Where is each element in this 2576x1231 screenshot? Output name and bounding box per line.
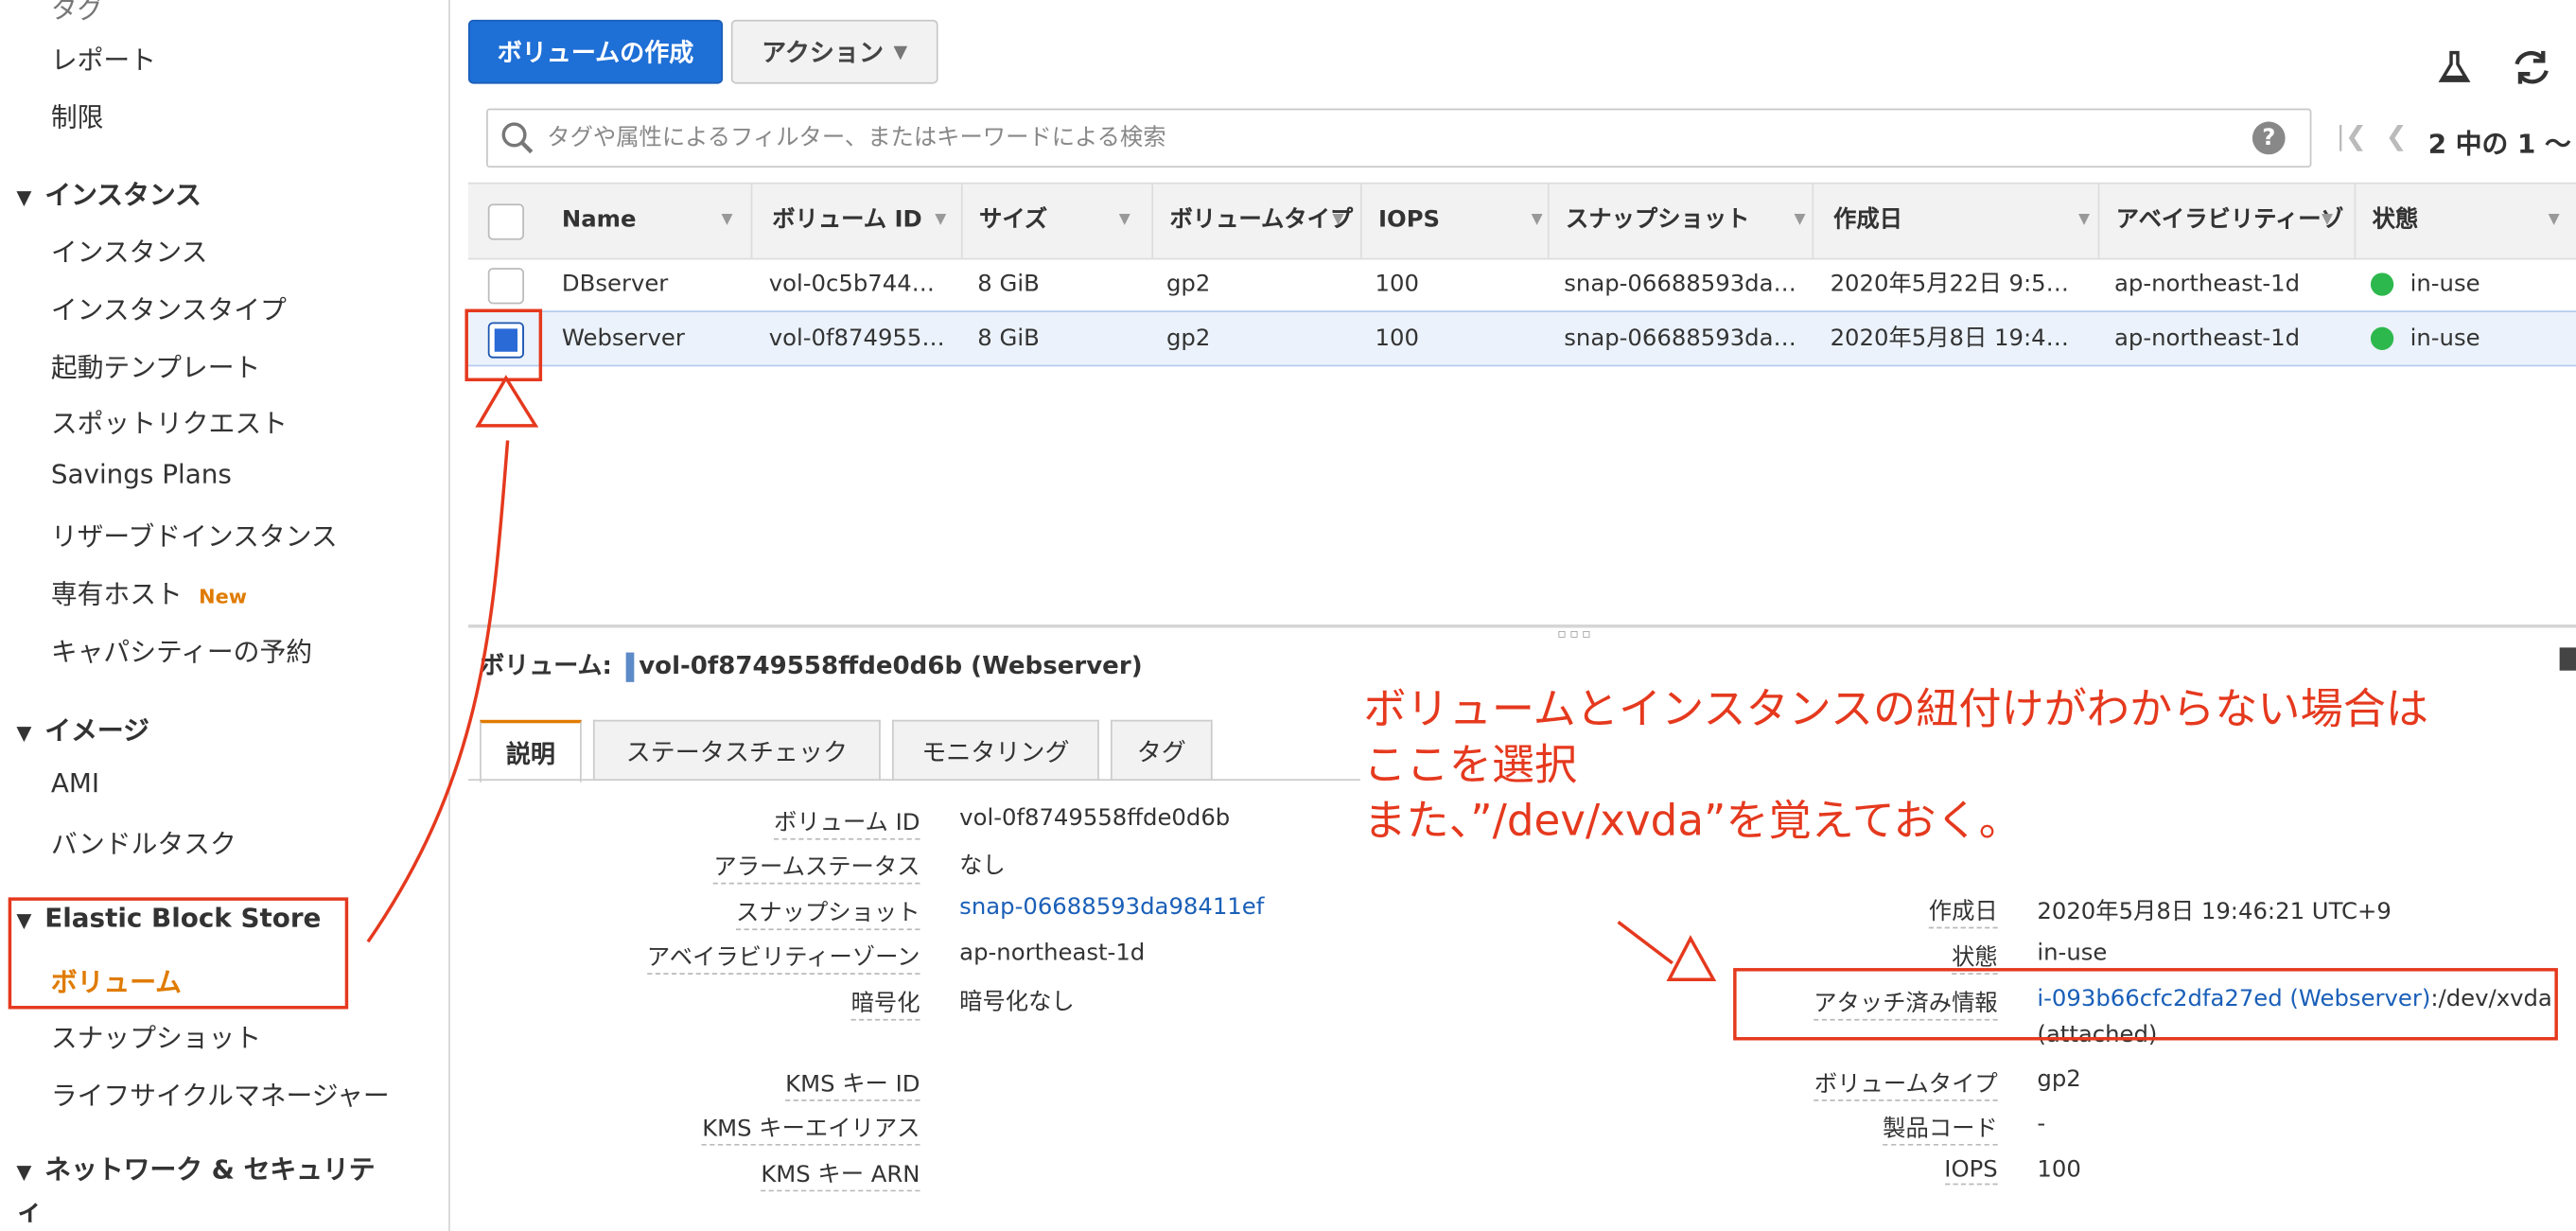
up-arrow-attachment-icon [1666, 935, 1717, 981]
up-arrow-checkbox-icon [475, 375, 539, 428]
connector-line [366, 440, 510, 943]
annotation-arrows [366, 375, 1717, 981]
pointer-line [1617, 921, 1674, 965]
